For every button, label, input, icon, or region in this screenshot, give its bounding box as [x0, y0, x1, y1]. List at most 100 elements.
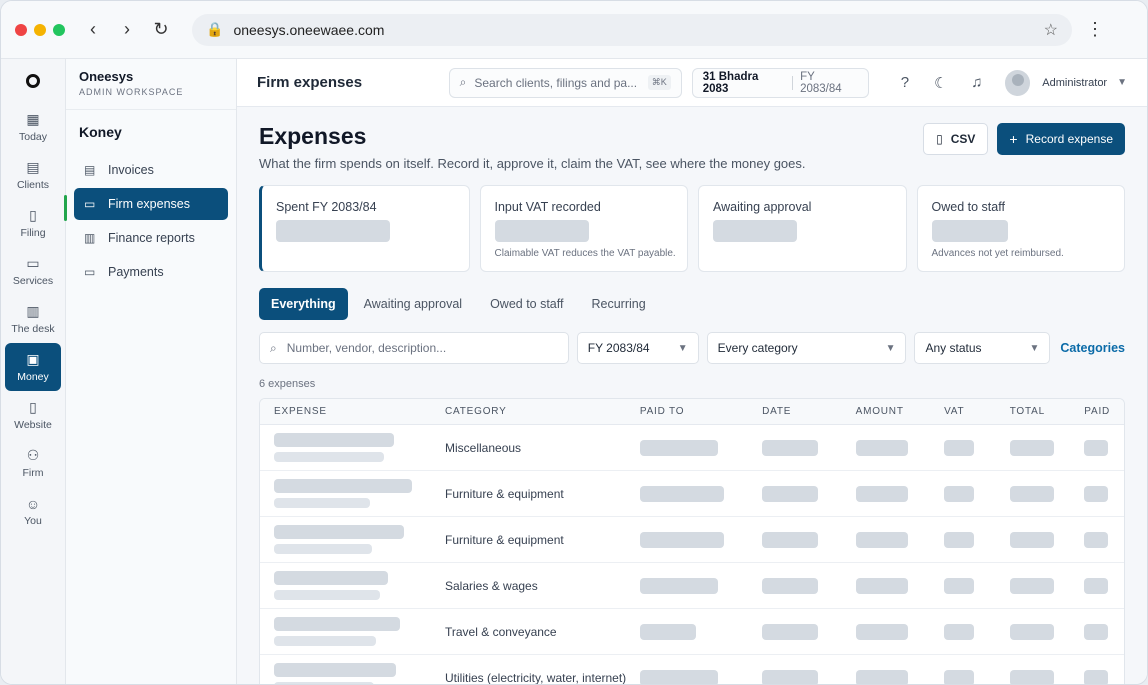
browser-menu-icon[interactable]: ⋮ — [1086, 19, 1104, 40]
invoice-icon: ▤ — [84, 163, 96, 177]
table-row[interactable]: Utilities (electricity, water, internet) — [260, 655, 1124, 684]
lock-icon: 🔒 — [206, 21, 224, 37]
app-header: Firm expenses ⌕ Search clients, filings … — [237, 59, 1147, 107]
category-cell: Furniture & equipment — [445, 486, 564, 501]
rail-item-the-desk[interactable]: ▥ The desk — [1, 295, 65, 343]
report-icon: ▥ — [84, 231, 96, 245]
status-select[interactable]: Any status ▼ — [914, 332, 1051, 364]
sidebar-item-firm-expenses[interactable]: ▭ Firm expenses — [74, 188, 228, 220]
column-header[interactable]: EXPENSE — [260, 406, 445, 417]
value-skeleton — [944, 623, 1010, 640]
sidebar-item-label: Invoices — [108, 163, 154, 177]
column-header[interactable]: VAT — [944, 406, 1010, 417]
column-header[interactable]: PAID — [1084, 406, 1124, 417]
filter-bar: ⌕ Number, vendor, description... FY 2083… — [259, 332, 1125, 364]
section-title: Koney — [66, 109, 236, 152]
value-skeleton — [1009, 439, 1085, 456]
column-header[interactable]: CATEGORY — [445, 406, 640, 417]
page-content: Expenses What the firm spends on itself.… — [237, 107, 1147, 684]
global-search-input[interactable]: ⌕ Search clients, filings and pa... ⌘K — [448, 67, 682, 98]
expense-number-skeleton — [274, 617, 400, 631]
expense-cell — [260, 663, 445, 684]
forward-icon[interactable]: › — [114, 17, 140, 43]
category-select[interactable]: Every category ▼ — [706, 332, 907, 364]
stat-label: Input VAT recorded — [494, 200, 601, 214]
table-body: Miscellaneous Furniture & equipment Furnit… — [260, 425, 1124, 684]
back-icon[interactable]: ‹ — [80, 17, 106, 43]
help-icon[interactable]: ? — [887, 74, 923, 91]
tab-awaiting-approval[interactable]: Awaiting approval — [352, 288, 474, 320]
expense-desc-skeleton — [274, 452, 384, 462]
category-cell: Furniture & equipment — [445, 532, 564, 547]
table-row[interactable]: Salaries & wages — [260, 563, 1124, 609]
expense-search-input[interactable]: ⌕ Number, vendor, description... — [259, 332, 569, 364]
rail-item-website[interactable]: ▯ Website — [1, 391, 65, 439]
expense-number-skeleton — [274, 479, 412, 493]
app-logo[interactable] — [1, 59, 65, 103]
bookmark-star-icon[interactable]: ☆ — [1044, 20, 1058, 40]
user-name[interactable]: Administrator — [1042, 77, 1107, 89]
record-expense-button[interactable]: + Record expense — [997, 123, 1125, 155]
browser-window: ‹ › ↻ 🔒 oneesys.oneewaee.com ☆ ⋮ ▦ Today… — [0, 0, 1148, 685]
category-cell: Salaries & wages — [445, 578, 538, 593]
app-rail: ▦ Today ▤ Clients ▯ Filing ▭ Services ▥ … — [1, 59, 66, 684]
rail-item-today[interactable]: ▦ Today — [1, 103, 65, 151]
stat-note: Advances not yet reimbursed. — [931, 248, 1064, 259]
stat-label: Awaiting approval — [713, 200, 812, 214]
sidebar-item-payments[interactable]: ▭ Payments — [74, 256, 228, 288]
brand-subtitle: ADMIN WORKSPACE — [79, 87, 184, 97]
chevron-down-icon[interactable]: ▼ — [1117, 77, 1127, 88]
avatar[interactable] — [1004, 69, 1031, 96]
date-chip[interactable]: 31 Bhadra 2083 FY 2083/84 — [691, 67, 869, 98]
rail-label: The desk — [11, 323, 55, 335]
column-header[interactable]: PAID TO — [640, 406, 762, 417]
tab-owed-to-staff[interactable]: Owed to staff — [478, 288, 575, 320]
fy-select[interactable]: FY 2083/84 ▼ — [576, 332, 699, 364]
expense-cell — [260, 571, 445, 600]
table-row[interactable]: Furniture & equipment — [260, 471, 1124, 517]
sidebar-item-invoices[interactable]: ▤ Invoices — [74, 154, 228, 186]
expense-desc-skeleton — [274, 636, 376, 646]
value-skeleton — [762, 531, 855, 548]
value-skeleton — [1084, 577, 1124, 594]
rail-label: Clients — [16, 179, 50, 191]
column-header[interactable]: TOTAL — [1010, 406, 1085, 417]
rail-item-filing[interactable]: ▯ Filing — [1, 199, 65, 247]
address-bar[interactable]: 🔒 oneesys.oneewaee.com ☆ — [192, 13, 1072, 46]
close-window-dot[interactable] — [15, 23, 27, 36]
rail-item-clients[interactable]: ▤ Clients — [1, 151, 65, 199]
rail-item-money[interactable]: ▣ Money — [5, 343, 61, 391]
sidebar-item-finance-reports[interactable]: ▥ Finance reports — [74, 222, 228, 254]
bell-icon[interactable]: ♫ — [959, 74, 995, 91]
record-label: Record expense — [1025, 132, 1113, 146]
table-row[interactable]: Furniture & equipment — [260, 517, 1124, 563]
rail-item-services[interactable]: ▭ Services — [1, 247, 65, 295]
search-icon: ⌕ — [270, 340, 277, 355]
csv-button[interactable]: ▯ CSV — [923, 123, 989, 155]
column-header[interactable]: AMOUNT — [856, 406, 944, 417]
categories-link[interactable]: Categories — [1060, 341, 1125, 355]
table-row[interactable]: Miscellaneous — [260, 425, 1124, 471]
tab-everything[interactable]: Everything — [259, 288, 348, 320]
maximize-window-dot[interactable] — [53, 23, 65, 36]
table-row[interactable]: Travel & conveyance — [260, 609, 1124, 655]
calendar-icon: ▥ — [26, 303, 40, 319]
category-value: Every category — [717, 341, 798, 355]
rail-item-you[interactable]: ☺ You — [1, 487, 65, 535]
tab-recurring[interactable]: Recurring — [579, 288, 657, 320]
minimize-window-dot[interactable] — [34, 23, 46, 36]
header-title: Firm expenses — [257, 74, 363, 91]
column-header[interactable]: DATE — [762, 406, 855, 417]
search-icon: ⌕ — [459, 75, 467, 89]
expense-cell — [260, 479, 445, 508]
moon-icon[interactable]: ☾ — [923, 74, 959, 92]
expense-number-skeleton — [274, 433, 394, 447]
reload-icon[interactable]: ↻ — [148, 17, 174, 43]
browser-toolbar: ‹ › ↻ 🔒 oneesys.oneewaee.com ☆ ⋮ — [1, 1, 1147, 59]
rail-item-firm[interactable]: ⚇ Firm — [1, 439, 65, 487]
value-skeleton — [1084, 623, 1124, 640]
value-skeleton — [639, 485, 762, 502]
wallet-icon: ▣ — [26, 351, 40, 367]
value-skeleton — [944, 577, 1010, 594]
value-skeleton — [1084, 439, 1124, 456]
